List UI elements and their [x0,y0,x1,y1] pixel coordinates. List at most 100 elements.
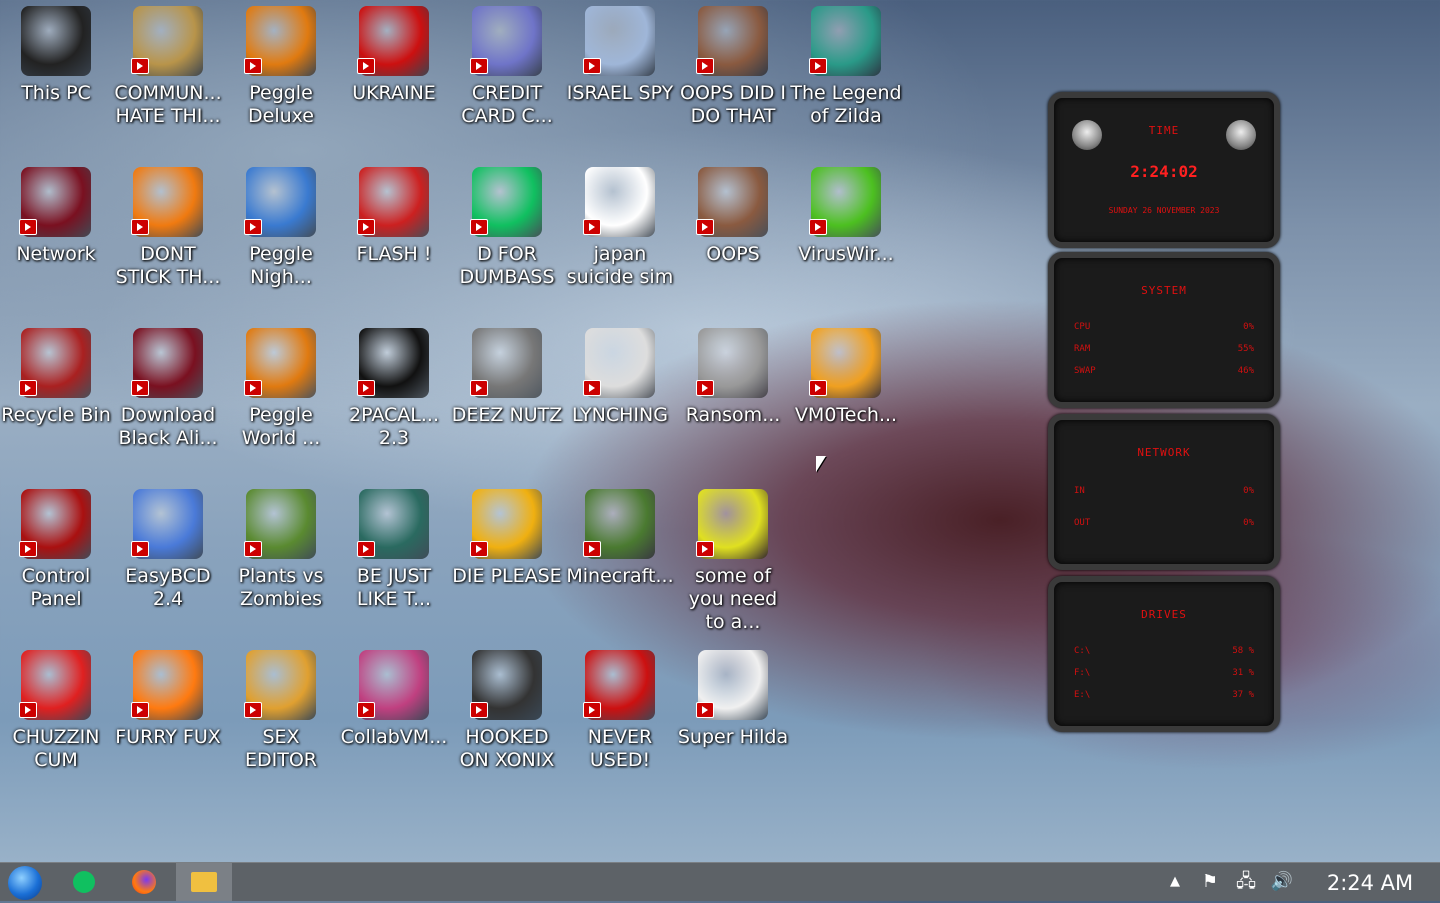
grass-block-icon [583,489,655,559]
shortcut-overlay-icon [19,541,37,557]
desktop-icon[interactable]: COMMUN... HATE THI... [112,0,224,150]
shortcut-overlay-icon [583,702,601,718]
desktop-icon[interactable]: CollabVM... [338,644,450,794]
desktop-icon-label: DONT STICK TH... [115,243,221,288]
desktop-icon[interactable]: VirusWir... [790,161,902,311]
desktop-icon-label: Network [16,243,96,265]
shortcut-overlay-icon [809,380,827,396]
cartoon-dog-icon [696,489,768,559]
taskbar-clock[interactable]: 2:24 AM [1310,863,1430,901]
action-center-flag-icon[interactable]: ⚑ [1196,863,1224,901]
chat-app-taskbar-button[interactable] [56,863,112,901]
desktop-icon-label: CHUZZIN CUM [12,726,100,771]
desktop-icon[interactable]: Peggle Deluxe [225,0,337,150]
desktop-icon[interactable]: Peggle Nigh... [225,161,337,311]
system-monitor-gadget[interactable]: TIME 2:24:02 SUNDAY 26 NOVEMBER 2023 SYS… [1048,92,1280,732]
swap-value: 46% [1237,366,1254,376]
desktop-icon[interactable]: This PC [0,0,112,150]
xonix-icon [470,650,542,720]
desktop-icon[interactable]: EasyBCD 2.4 [112,483,224,633]
desktop-icon[interactable]: Peggle World ... [225,322,337,472]
desktop-icon-label: Peggle Nigh... [249,243,313,288]
desktop-icon-label: VM0Tech... [794,404,898,426]
desktop-icon[interactable]: VM0Tech... [790,322,902,472]
swap-row: SWAP 46% [1074,366,1254,376]
show-hidden-icons-chevron[interactable]: ▲ [1164,863,1186,901]
desktop-icon-label: ISRAEL SPY [566,82,674,104]
desktop-icon[interactable]: DEEZ NUTZ [451,322,563,472]
desktop-icon[interactable]: UKRAINE [338,0,450,150]
desktop-icon[interactable]: DIE PLEASE [451,483,563,633]
desktop-icon[interactable]: japan suicide sim [564,161,676,311]
shortcut-overlay-icon [244,58,262,74]
desktop-icon-label: D FOR DUMBASS [459,243,555,288]
cpu-label: CPU [1074,322,1091,332]
ram-value: 55% [1237,344,1254,354]
desktop-icon[interactable]: ISRAEL SPY [564,0,676,150]
desktop-icon[interactable]: Super Hilda [677,644,789,794]
desktop-icon[interactable]: FURRY FUX [112,644,224,794]
rope-icon [583,328,655,398]
peggle-night-icon [244,167,316,237]
desktop-icon[interactable]: Plants vs Zombies [225,483,337,633]
desktop-icon-label: The Legend of Zilda [790,82,902,127]
peggle-world-icon [244,328,316,398]
desktop-icon-label: LYNCHING [572,404,668,426]
shortcut-overlay-icon [470,541,488,557]
desktop-icon[interactable]: Ransom... [677,322,789,472]
shortcut-overlay-icon [696,380,714,396]
drive-c-value: 58 % [1232,646,1254,656]
firefox-taskbar-button[interactable] [116,863,172,901]
desktop-icon[interactable]: The Legend of Zilda [790,0,902,150]
portrait-64-icon [696,167,768,237]
net-in-label: IN [1074,486,1085,496]
volume-icon[interactable]: 🔊 [1268,863,1296,901]
shortcut-overlay-icon [244,541,262,557]
desktop-icon[interactable]: SEX EDITOR [225,644,337,794]
desktop-icon[interactable]: OOPS DID I DO THAT [677,0,789,150]
shortcut-overlay-icon [470,58,488,74]
monitor-pink-icon [357,650,429,720]
monitor-icon [21,6,91,76]
desktop-icon[interactable]: 2PACAL... 2.3 [338,322,450,472]
desktop-icon[interactable]: CHUZZIN CUM [0,644,112,794]
desktop-icon-label: Download Black Ali... [118,404,218,449]
control-panel-icon [19,489,91,559]
desktop-icon[interactable]: Download Black Ali... [112,322,224,472]
desktop-icon[interactable]: Minecraft... [564,483,676,633]
drive-c-label: C:\ [1074,646,1091,656]
desktop-icon-label: DIE PLEASE [452,565,562,587]
desktop-icon-label: UKRAINE [352,82,436,104]
file-explorer-taskbar-button[interactable] [176,863,232,901]
desktop-icon-label: CREDIT CARD C... [461,82,553,127]
portrait-icon [696,6,768,76]
desktop-icon[interactable]: LYNCHING [564,322,676,472]
desktop-icon[interactable]: BE JUST LIKE T... [338,483,450,633]
desktop-icon[interactable]: NEVER USED! [564,644,676,794]
shortcut-overlay-icon [470,219,488,235]
desktop-icon[interactable]: D FOR DUMBASS [451,161,563,311]
plant-icon [244,489,316,559]
money-bag-icon [131,6,203,76]
windows-stack-icon [470,328,542,398]
desktop-icon[interactable]: HOOKED ON XONIX [451,644,563,794]
computer-setup-icon [131,489,203,559]
desktop-icon[interactable]: Network [0,161,112,311]
desktop-icon[interactable]: FLASH ! [338,161,450,311]
network-icon[interactable]: 🖧 [1232,863,1260,901]
network-panel-title: NETWORK [1137,446,1191,459]
desktop-icon[interactable]: DONT STICK TH... [112,161,224,311]
desktop-icon[interactable]: CREDIT CARD C... [451,0,563,150]
shortcut-overlay-icon [357,702,375,718]
drive-c-row: C:\ 58 % [1074,646,1254,656]
start-orb-icon[interactable] [8,866,42,900]
desktop-icon[interactable]: OOPS [677,161,789,311]
desktop-icon[interactable]: Recycle Bin [0,322,112,472]
desktop-icon[interactable]: some of you need to a... [677,483,789,633]
chat-document-icon [470,167,542,237]
desktop-icon[interactable]: Control Panel [0,483,112,633]
desktop: This PC COMMUN... HATE THI... Peggle Delux… [0,0,1440,862]
flash-icon [357,167,429,237]
shortcut-overlay-icon [809,219,827,235]
devcpp-icon [583,650,655,720]
